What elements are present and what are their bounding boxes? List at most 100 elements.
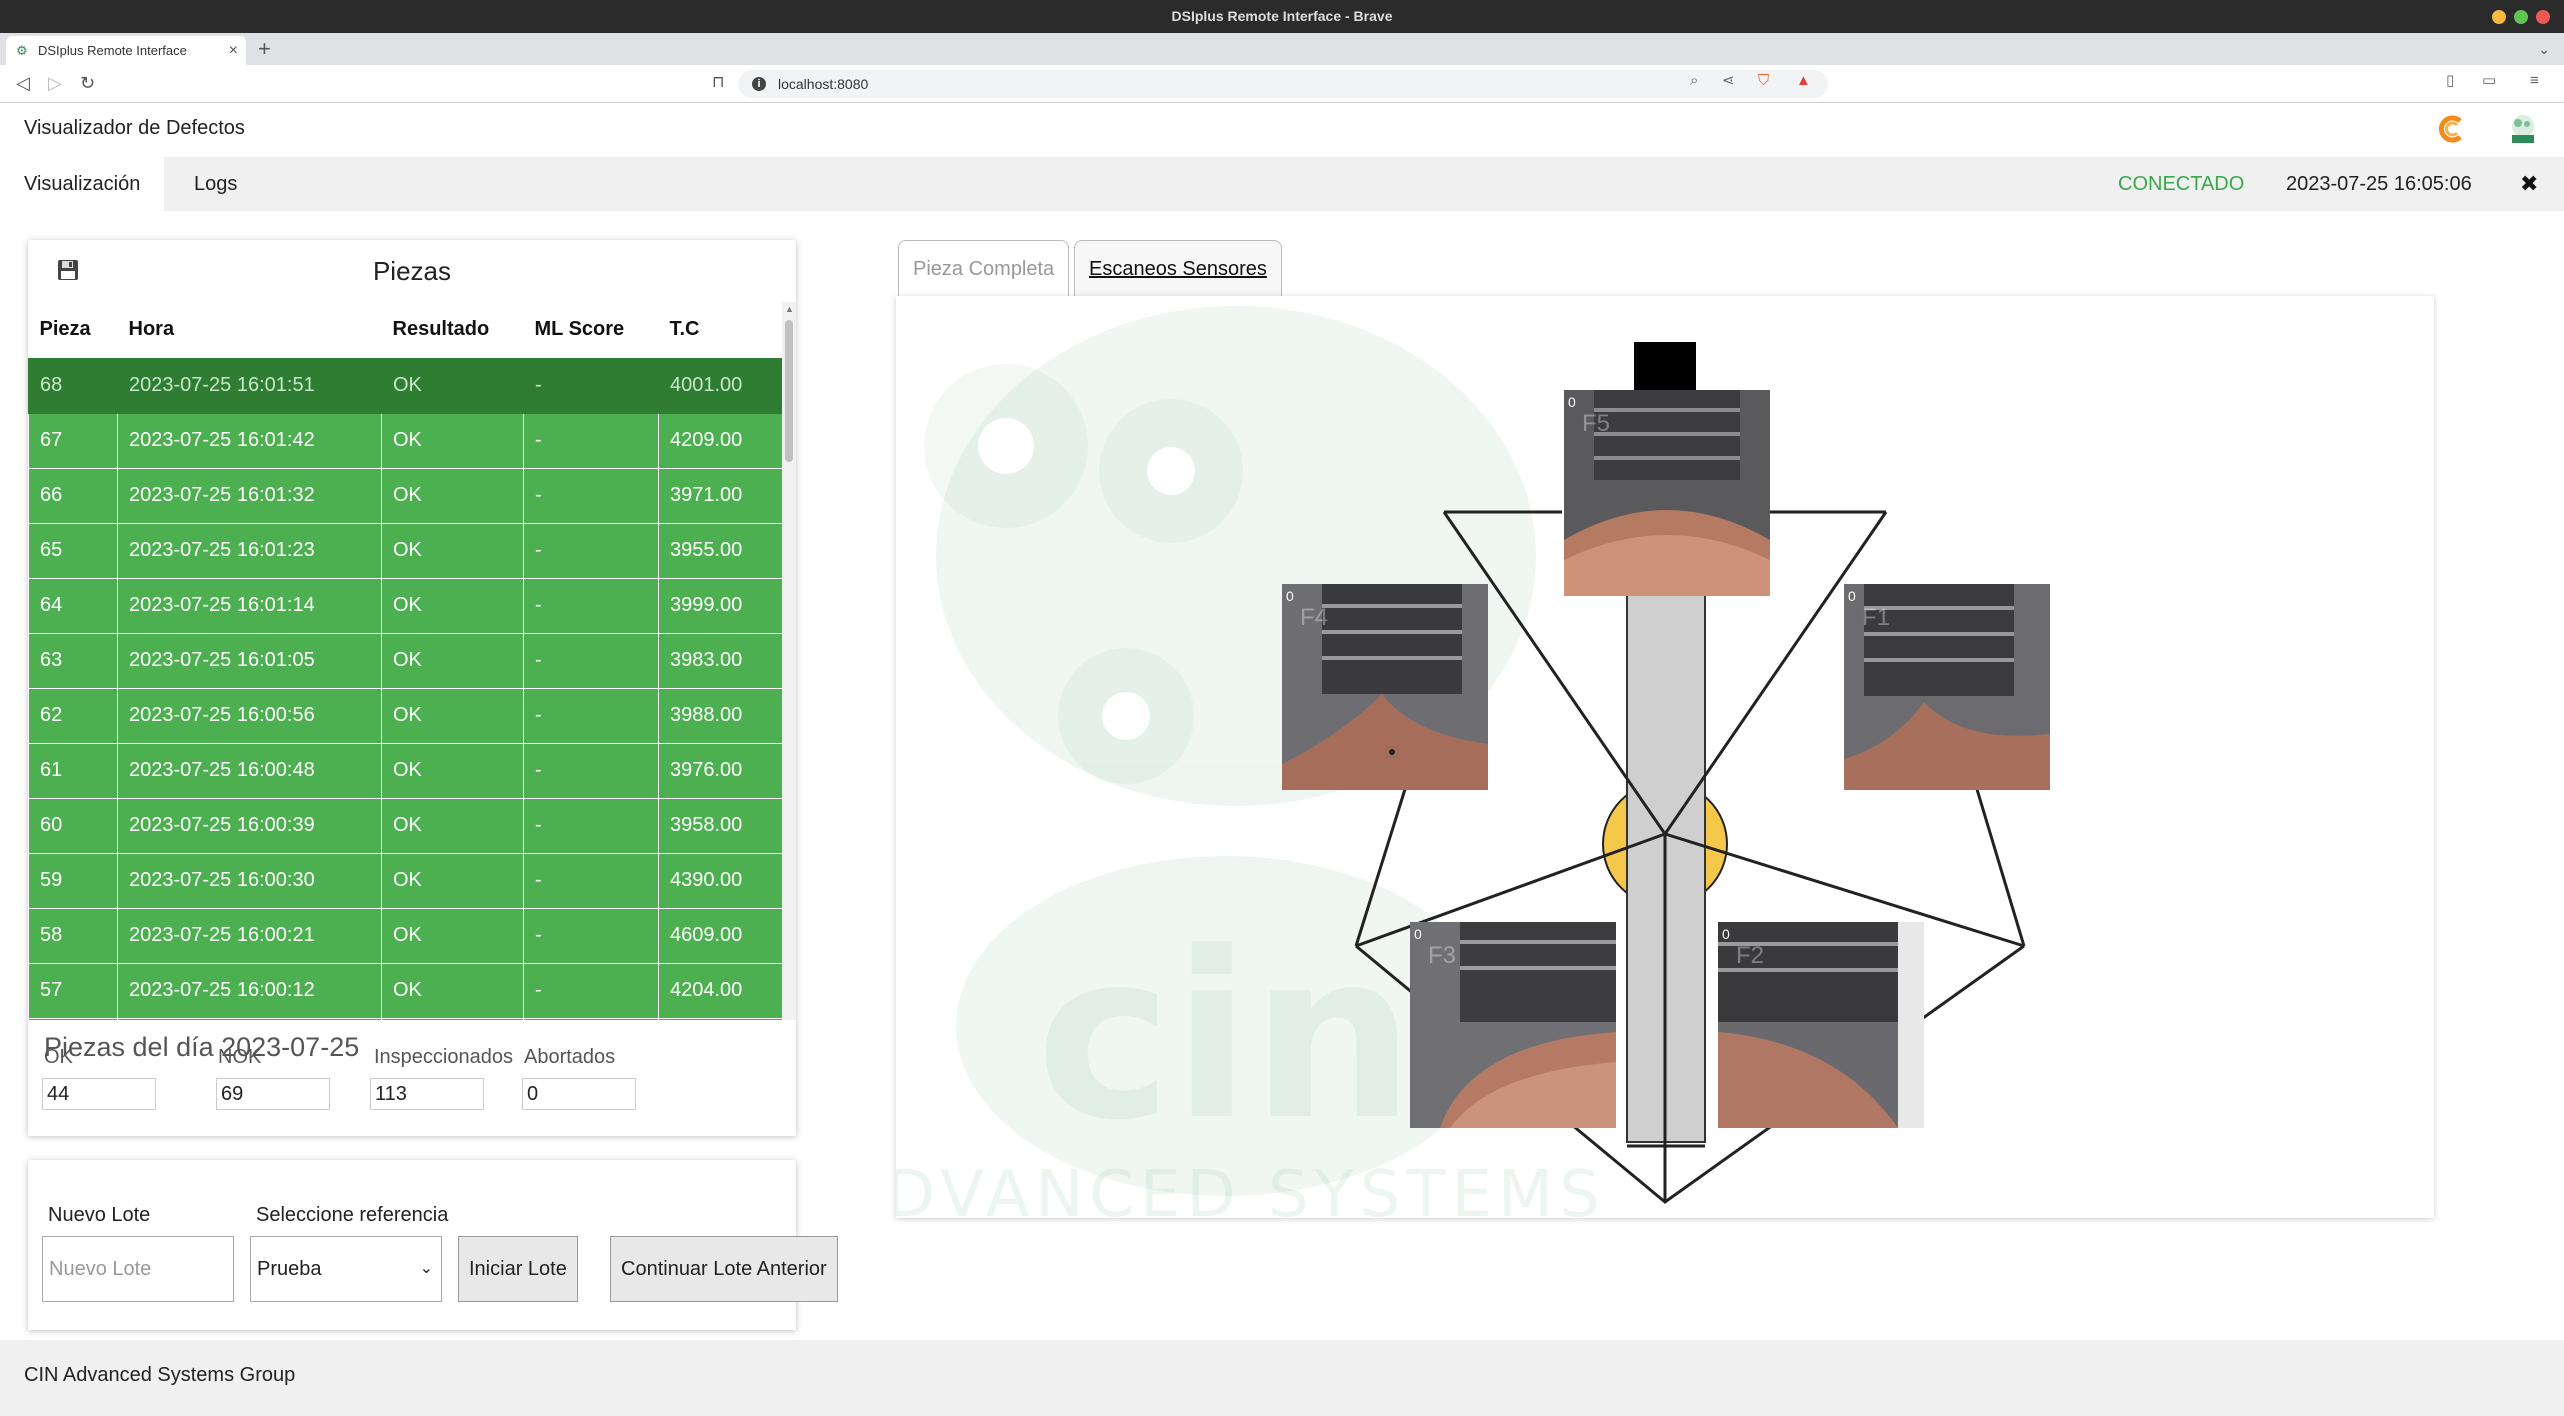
minimize-button[interactable] — [2492, 10, 2506, 24]
new-tab-icon[interactable]: + — [258, 33, 271, 65]
tab-pieza-completa[interactable]: Pieza Completa — [898, 240, 1070, 296]
table-row[interactable]: 60 2023-07-25 16:00:39 OK -3958.00 — [28, 797, 782, 854]
tab-logs[interactable]: Logs — [170, 157, 261, 211]
table-row[interactable]: 67 2023-07-25 16:01:42 OK -4209.00 — [28, 412, 782, 469]
table-cell: 66 — [28, 467, 118, 524]
column-header[interactable]: Pieza — [28, 302, 118, 358]
table-cell: 4609.00 — [658, 907, 782, 964]
table-row[interactable]: 65 2023-07-25 16:01:23 OK -3955.00 — [28, 522, 782, 579]
brand-logo-icon — [2439, 115, 2462, 143]
close-window-button[interactable] — [2536, 10, 2550, 24]
column-header[interactable]: T.C — [658, 302, 782, 358]
table-cell: - — [523, 577, 659, 634]
pieces-header: Piezas — [28, 240, 796, 302]
table-row[interactable]: 66 2023-07-25 16:01:32 OK -3971.00 — [28, 467, 782, 524]
table-row[interactable]: 68 2023-07-25 16:01:51 OK -4001.00 — [28, 357, 782, 414]
zoom-icon[interactable]: ⌕ — [1690, 71, 1698, 91]
column-header[interactable]: Resultado — [381, 302, 524, 358]
table-cell: 2023-07-25 16:00:12 — [117, 962, 382, 1019]
scroll-up-icon[interactable]: ▲ — [785, 304, 794, 314]
table-cell: 65 — [28, 522, 118, 579]
tab-escaneos-sensores[interactable]: Escaneos Sensores — [1074, 240, 1282, 296]
pieces-table: Pieza Hora Resultado ML Score T.C 68 2023-07-… — [28, 302, 782, 1020]
table-row[interactable]: 62 2023-07-25 16:00:56 OK -3988.00 — [28, 687, 782, 744]
table-cell: 2023-07-25 16:01:05 — [117, 632, 382, 689]
camera-f5[interactable]: 0 F5 — [1564, 390, 1770, 596]
table-cell: OK — [381, 852, 524, 909]
table-cell: - — [523, 522, 659, 579]
camera-index: 0 — [1848, 588, 1856, 604]
sidebar-toggle-icon[interactable]: ▯ — [2446, 71, 2454, 91]
site-info-icon[interactable]: i — [752, 77, 766, 91]
referencia-select[interactable]: Prueba ⌄ — [250, 1236, 442, 1302]
continuar-lote-button[interactable]: Continuar Lote Anterior — [610, 1236, 838, 1302]
table-cell: OK — [381, 742, 524, 799]
tab-list-chevron-icon[interactable]: ⌄ — [2538, 33, 2550, 65]
forward-icon[interactable]: ▷ — [48, 73, 62, 93]
camera-f4[interactable]: 0 F4 — [1282, 584, 1488, 790]
table-cell: 2023-07-25 16:00:48 — [117, 742, 382, 799]
table-row[interactable]: 59 2023-07-25 16:00:30 OK -4390.00 — [28, 852, 782, 909]
camera-label: F4 — [1300, 604, 1329, 631]
cin-logo-icon — [2512, 115, 2534, 143]
browser-tab-title: DSIplus Remote Interface — [38, 43, 187, 58]
summary-inspeccionados-value: 113 — [370, 1078, 484, 1110]
iniciar-lote-button[interactable]: Iniciar Lote — [458, 1236, 578, 1302]
sensor-viewer: cin ADVANCED SYSTEMS 0 F5 0 F4 0 F1 0 F3… — [896, 296, 2434, 1218]
summary-title: Piezas del día 2023-07-25 — [44, 1032, 360, 1062]
tab-visualizacion[interactable]: Visualización — [0, 157, 165, 211]
brave-rewards-icon[interactable]: ▲ — [1796, 71, 1811, 91]
favicon-icon: ⚙ — [16, 43, 28, 58]
table-cell: OK — [381, 962, 524, 1019]
brave-shield-icon[interactable]: ⛉ — [1758, 71, 1769, 91]
camera-f3[interactable]: 0 F3 — [1410, 922, 1616, 1128]
nuevo-lote-input[interactable] — [42, 1236, 234, 1302]
close-icon[interactable]: ✖ — [2520, 157, 2538, 211]
table-row[interactable]: 61 2023-07-25 16:00:48 OK -3976.00 — [28, 742, 782, 799]
wallet-icon[interactable]: ▭ — [2482, 71, 2496, 91]
table-cell: 67 — [28, 412, 118, 469]
address-bar[interactable]: i localhost:8080 — [738, 70, 1828, 98]
camera-index: 0 — [1286, 588, 1294, 604]
maximize-button[interactable] — [2514, 10, 2528, 24]
table-cell: - — [523, 852, 659, 909]
camera-f2[interactable]: 0 F2 — [1718, 922, 1924, 1128]
table-cell: 3988.00 — [658, 687, 782, 744]
table-cell: OK — [381, 577, 524, 634]
table-cell: - — [523, 742, 659, 799]
app-title: Visualizador de Defectos — [24, 117, 245, 139]
table-scrollbar[interactable]: ▲ — [782, 302, 796, 1020]
table-cell: 3983.00 — [658, 632, 782, 689]
scrollbar-thumb[interactable] — [785, 320, 793, 462]
summary-abortados-label: Abortados — [524, 1046, 616, 1068]
table-row[interactable]: 63 2023-07-25 16:01:05 OK -3983.00 — [28, 632, 782, 689]
table-cell: 3971.00 — [658, 467, 782, 524]
camera-label: F1 — [1862, 604, 1891, 631]
table-cell: - — [523, 357, 659, 414]
reload-icon[interactable]: ↻ — [80, 73, 95, 93]
table-cell: 3976.00 — [658, 742, 782, 799]
current-datetime: 2023-07-25 16:05:06 — [2286, 173, 2472, 195]
close-tab-icon[interactable]: × — [229, 36, 238, 65]
table-row[interactable]: 58 2023-07-25 16:00:21 OK -4609.00 — [28, 907, 782, 964]
table-row[interactable]: 57 2023-07-25 16:00:12 OK -4204.00 — [28, 962, 782, 1019]
table-cell: OK — [381, 522, 524, 579]
browser-toolbar: ◁ ▷ ↻ ⊓ i localhost:8080 ⌕ ⋖ ⛉ ▲ ▯ ▭ ≡ — [0, 65, 2564, 103]
table-cell: - — [523, 687, 659, 744]
summary-abortados-value: 0 — [522, 1078, 636, 1110]
table-cell: 4390.00 — [658, 852, 782, 909]
share-icon[interactable]: ⋖ — [1722, 71, 1735, 91]
bookmark-icon[interactable]: ⊓ — [712, 73, 724, 93]
table-cell: 2023-07-25 16:00:30 — [117, 852, 382, 909]
table-row[interactable]: 64 2023-07-25 16:01:14 OK -3999.00 — [28, 577, 782, 634]
column-header[interactable]: ML Score — [523, 302, 659, 358]
nuevo-lote-label: Nuevo Lote — [48, 1204, 151, 1226]
menu-icon[interactable]: ≡ — [2530, 71, 2539, 91]
camera-f1[interactable]: 0 F1 — [1844, 584, 2050, 790]
column-header[interactable]: Hora — [117, 302, 382, 358]
summary-inspeccionados-label: Inspeccionados — [374, 1046, 513, 1068]
pieces-table-container[interactable]: Pieza Hora Resultado ML Score T.C 68 2023-07-… — [28, 302, 782, 1020]
browser-tab[interactable]: ⚙ DSIplus Remote Interface × — [6, 36, 246, 65]
top-block — [1634, 342, 1696, 392]
back-icon[interactable]: ◁ — [16, 73, 30, 93]
